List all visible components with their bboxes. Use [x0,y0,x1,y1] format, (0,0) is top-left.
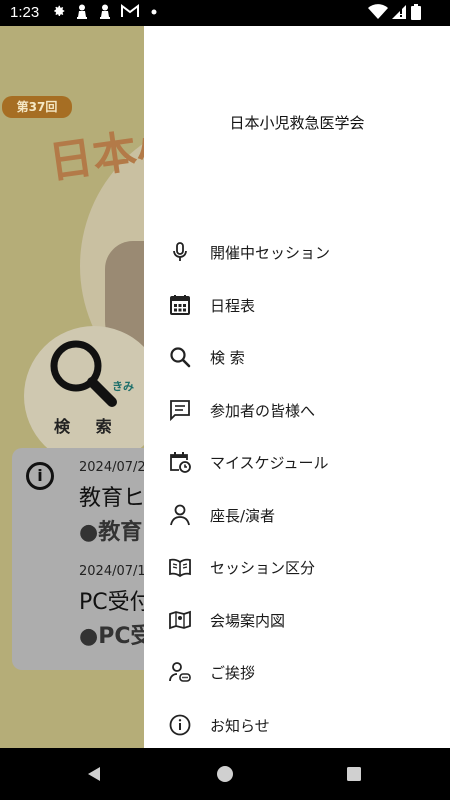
status-bar: 1:23 [0,0,450,26]
menu-item-label: 座長/演者 [210,506,276,525]
home-button[interactable] [195,748,255,800]
menu-item-search[interactable]: 検 索 [144,331,450,384]
greeting-icon [168,660,192,684]
menu-item-label: 日程表 [210,296,256,315]
menu-item-label: ご挨拶 [210,664,256,682]
microphone-icon [168,240,192,264]
menu-item-label: お知らせ [210,716,270,735]
search-icon [168,345,192,369]
menu-item-label: マイスケジュール [210,454,329,472]
menu-item-label: 検 索 [210,349,245,367]
pawn-icon [76,4,88,24]
back-button[interactable] [64,748,124,800]
menu-item-label: 参加者の皆様へ [210,401,316,420]
notice-date: 2024/07/1 [79,564,146,579]
notice-title: 教育ヒ [79,486,146,511]
map-icon [168,608,192,632]
menu-item-venue-map[interactable]: 会場案内図 [144,594,450,647]
menu-item-ongoing-sessions[interactable]: 開催中セッション [144,226,450,279]
system-nav-bar [0,748,450,800]
notice-date: 2024/07/2 [79,460,146,475]
recents-icon [347,767,361,781]
search-tile-label: 検 索 [54,417,122,436]
search-icon [46,336,118,412]
battery-icon [411,4,421,25]
pawn-icon [99,4,111,24]
menu-item-schedule[interactable]: 日程表 [144,279,450,332]
cell-signal-icon [391,4,407,25]
recents-button[interactable] [324,748,384,800]
menu-item-label: セッション区分 [210,559,316,577]
home-icon [217,766,233,782]
back-icon [88,767,100,781]
calendar-icon [168,293,192,317]
menu-item-for-participants[interactable]: 参加者の皆様へ [144,384,450,437]
menu-item-chairs-speakers[interactable]: 座長/演者 [144,489,450,542]
message-icon [168,398,192,422]
notice-subtitle: ●PC受 [79,624,153,649]
wifi-icon [368,4,388,25]
menu-item-greeting[interactable]: ご挨拶 [144,646,450,699]
schedule-clock-icon [168,450,192,474]
book-icon [168,555,192,579]
gmail-icon [121,4,139,23]
notice-title: PC受付 [79,590,152,615]
navigation-drawer: 日本小児救急医学会 開催中セッション 日程表 検 索 参加者の皆様へ マイスケジ… [144,26,450,748]
status-time: 1:23 [10,4,40,21]
menu-item-notices[interactable]: お知らせ [144,699,450,752]
menu-item-my-schedule[interactable]: マイスケジュール [144,436,450,489]
notice-subtitle: ●教育 [79,520,143,545]
menu-item-label: 開催中セッション [210,244,331,262]
person-icon [168,503,192,527]
drawer-header-title: 日本小児救急医学会 [229,114,365,132]
drawer-menu: 開催中セッション 日程表 検 索 参加者の皆様へ マイスケジュール 座長/演者 … [144,226,450,751]
notification-dot-icon [150,5,158,24]
mascot-caption: きみ [112,380,134,393]
edition-badge: 第37回 [2,96,72,118]
info-icon [168,713,192,737]
settings-icon [52,4,66,23]
menu-item-session-categories[interactable]: セッション区分 [144,541,450,594]
menu-item-label: 会場案内図 [210,611,286,630]
info-icon: i [26,462,54,490]
